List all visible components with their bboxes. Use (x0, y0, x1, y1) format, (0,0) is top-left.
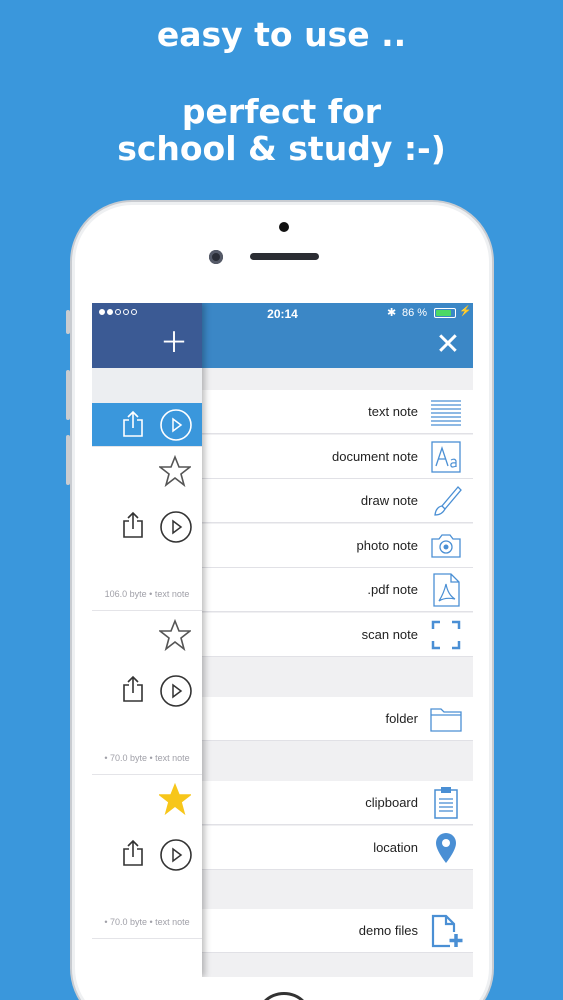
menu-item-document-note[interactable]: document note (202, 435, 473, 479)
battery-icon (434, 308, 456, 318)
promo-line-2: perfect for (181, 92, 382, 131)
pdf-icon (433, 573, 460, 607)
menu-item-draw-note[interactable]: draw note (202, 479, 473, 523)
brush-icon (434, 486, 462, 516)
font-icon (431, 441, 461, 473)
play-icon[interactable] (159, 838, 193, 872)
menu-item-label: clipboard (365, 795, 418, 810)
star-filled-icon[interactable] (159, 783, 191, 815)
note-cell[interactable]: 106.0 byte • text note (92, 447, 202, 611)
menu-item-scan-note[interactable]: scan note (202, 613, 473, 657)
mute-switch (66, 310, 70, 334)
menu-item-location[interactable]: location (202, 826, 473, 870)
location-pin-icon (436, 833, 456, 863)
menu-item-clipboard[interactable]: clipboard (202, 781, 473, 825)
note-cell[interactable]: • 70.0 byte • text note (92, 775, 202, 939)
menu-item-text-note[interactable]: text note (202, 390, 473, 434)
volume-down-button (66, 435, 70, 485)
notes-drawer: ＋ 106.0 byte • text note • 70.0 byte • t… (92, 303, 202, 977)
app-screen: ✕ text note document note draw note phot… (92, 303, 473, 977)
add-file-icon (431, 914, 463, 948)
menu-item-label: text note (368, 404, 418, 419)
menu-item-pdf-note[interactable]: .pdf note (202, 568, 473, 612)
share-icon[interactable] (120, 410, 146, 438)
note-cell[interactable]: • 70.0 byte • text note (92, 611, 202, 775)
status-bar: 20:14 ✱ 86 % ⚡ (92, 303, 473, 323)
menu-item-demo-files[interactable]: demo files (202, 909, 473, 953)
battery-percent: 86 % (402, 307, 428, 319)
menu-item-label: .pdf note (367, 582, 418, 597)
star-outline-icon[interactable] (159, 619, 191, 651)
share-icon[interactable] (120, 675, 146, 703)
charging-icon: ⚡ (459, 306, 472, 317)
note-actions-row[interactable] (92, 403, 202, 447)
camera-icon (431, 534, 461, 558)
folder-icon (430, 708, 462, 732)
scan-icon (431, 620, 461, 650)
menu-item-label: demo files (358, 923, 418, 938)
menu-item-label: location (373, 840, 418, 855)
play-icon[interactable] (159, 674, 193, 708)
menu-item-label: document note (331, 449, 418, 464)
menu-item-photo-note[interactable]: photo note (202, 524, 473, 568)
share-icon[interactable] (120, 839, 146, 867)
note-meta: 106.0 byte • text note (104, 589, 190, 599)
menu-item-label: scan note (361, 627, 418, 642)
note-meta: • 70.0 byte • text note (104, 917, 190, 927)
menu-item-label: folder (385, 711, 418, 726)
close-button[interactable]: ✕ (434, 330, 462, 360)
lines-icon (431, 400, 461, 426)
menu-item-label: photo note (356, 538, 418, 553)
front-camera (209, 250, 223, 264)
home-button[interactable] (255, 992, 313, 1000)
proximity-sensor (279, 222, 289, 232)
volume-up-button (66, 370, 70, 420)
drawer-section-gap (92, 368, 202, 403)
menu-item-folder[interactable]: folder (202, 697, 473, 741)
menu-item-label: draw note (360, 493, 418, 508)
clipboard-icon (434, 787, 458, 819)
note-meta: • 70.0 byte • text note (104, 753, 190, 763)
promo-line-1: easy to use .. (156, 15, 407, 54)
share-icon[interactable] (120, 511, 146, 539)
earpiece-speaker (250, 253, 319, 260)
promo-line-3: school & study :-) (117, 129, 446, 168)
play-icon[interactable] (159, 408, 193, 442)
add-button[interactable]: ＋ (160, 329, 188, 357)
play-icon[interactable] (159, 510, 193, 544)
bluetooth-icon: ✱ (387, 307, 397, 319)
star-outline-icon[interactable] (159, 455, 191, 487)
